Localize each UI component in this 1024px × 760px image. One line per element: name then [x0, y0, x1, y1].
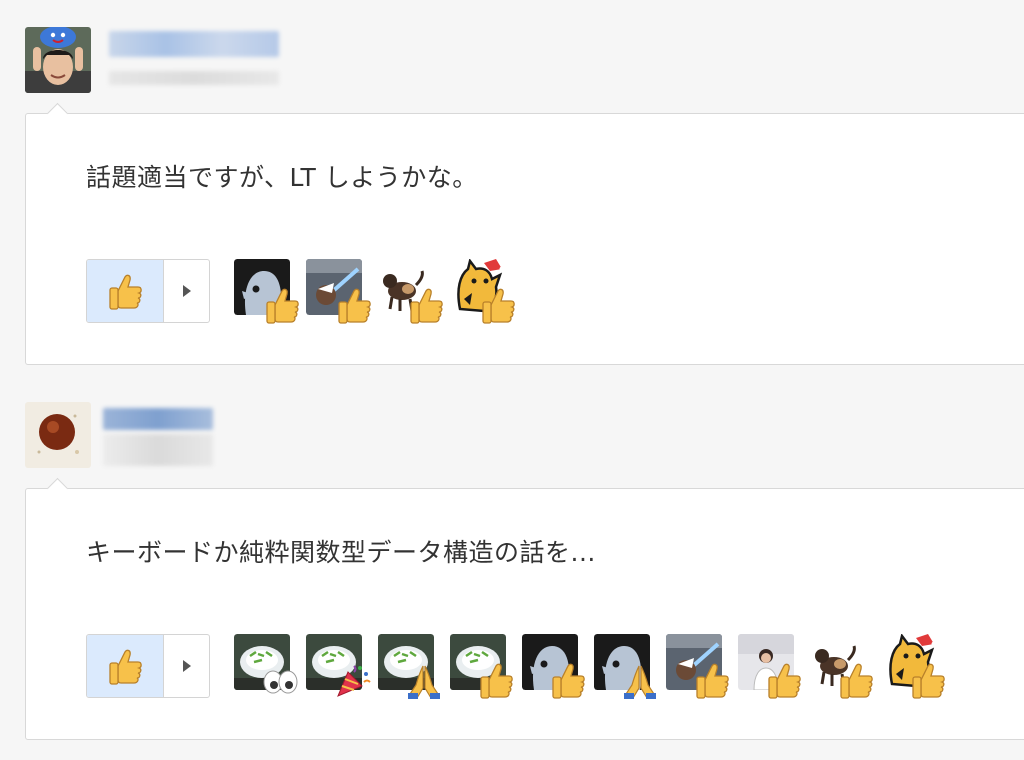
thumbs-up-icon — [334, 285, 374, 325]
eyes-icon — [260, 660, 300, 700]
thumbs-up-icon — [908, 660, 948, 700]
thumbs-up-icon — [105, 271, 145, 311]
reactor[interactable] — [378, 259, 448, 329]
message-card: 話題適当ですが、LT しようかな。 — [25, 102, 1024, 365]
thumbs-up-icon — [548, 660, 588, 700]
author-avatar-image — [25, 402, 91, 468]
thumbs-up-icon — [476, 660, 516, 700]
more-reactions-button[interactable] — [164, 635, 209, 697]
reactor[interactable] — [450, 634, 520, 704]
party-popper-icon — [332, 660, 372, 700]
add-reaction-button[interactable] — [87, 635, 164, 697]
reactor[interactable] — [378, 634, 448, 704]
thumbs-up-icon — [262, 285, 302, 325]
reactor[interactable] — [594, 634, 664, 704]
reactor[interactable] — [666, 634, 736, 704]
author-avatar[interactable] — [25, 402, 91, 468]
thumbs-up-icon — [406, 285, 446, 325]
reactor[interactable] — [522, 634, 592, 704]
card-pointer — [46, 477, 69, 500]
author-meta-redacted — [103, 434, 213, 466]
thumbs-up-icon — [105, 646, 145, 686]
message-text: 話題適当ですが、LT しようかな。 — [86, 163, 478, 192]
reactor[interactable] — [882, 634, 952, 704]
message-text: キーボードか純粋関数型データ構造の話を... — [86, 538, 596, 567]
author-name-redacted — [109, 31, 279, 57]
reaction-button[interactable] — [86, 634, 210, 698]
reactor[interactable] — [738, 634, 808, 704]
reactor[interactable] — [306, 259, 376, 329]
praying-hands-icon — [620, 660, 660, 700]
caret-right-icon — [183, 285, 191, 297]
card-pointer — [46, 102, 69, 125]
author-avatar[interactable] — [25, 27, 91, 93]
post-header — [25, 402, 625, 468]
reactor[interactable] — [234, 634, 304, 704]
thumbs-up-icon — [764, 660, 804, 700]
reaction-button[interactable] — [86, 259, 210, 323]
author-meta-redacted — [109, 71, 279, 85]
author-name-redacted — [103, 408, 213, 430]
message-card: キーボードか純粋関数型データ構造の話を... — [25, 477, 1024, 740]
thumbs-up-icon — [692, 660, 732, 700]
post-header — [25, 27, 625, 93]
reactor[interactable] — [234, 259, 304, 329]
praying-hands-icon — [404, 660, 444, 700]
caret-right-icon — [183, 660, 191, 672]
author-avatar-image — [25, 27, 91, 93]
thumbs-up-icon — [478, 285, 518, 325]
reactor[interactable] — [306, 634, 376, 704]
thumbs-up-icon — [836, 660, 876, 700]
reactor[interactable] — [810, 634, 880, 704]
reactor[interactable] — [450, 259, 520, 329]
add-reaction-button[interactable] — [87, 260, 164, 322]
more-reactions-button[interactable] — [164, 260, 209, 322]
